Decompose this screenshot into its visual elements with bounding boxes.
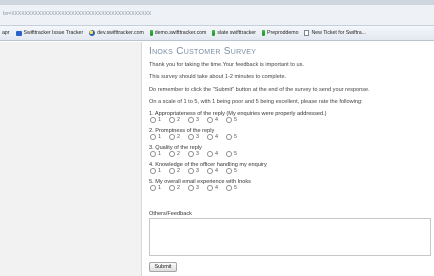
rating-option[interactable]: 1 [150,151,169,157]
rating-option[interactable]: 5 [226,134,245,140]
radio-button[interactable] [226,151,232,157]
feedback-textarea[interactable] [149,218,431,256]
rating-option[interactable]: 3 [188,168,207,174]
rating-option[interactable]: 2 [169,168,188,174]
rating-option[interactable]: 2 [169,134,188,140]
rating-option[interactable]: 5 [226,151,245,157]
radio-button[interactable] [207,151,213,157]
radio-button[interactable] [150,151,156,157]
blue-folder-icon [15,30,22,36]
bookmark-new-ticket[interactable]: New Ticket for Swiftra... [304,30,366,36]
rating-group-q3: 1 2 3 4 5 [150,151,245,157]
rating-option[interactable]: 4 [207,117,226,123]
radio-button[interactable] [226,168,232,174]
rating-option[interactable]: 5 [226,185,245,191]
rating-group-q2: 1 2 3 4 5 [150,134,245,140]
radio-button[interactable] [150,168,156,174]
intro-line: This survey should take about 1-2 minute… [149,74,287,80]
rating-group-q4: 1 2 3 4 5 [150,168,245,174]
rating-option[interactable]: 5 [226,168,245,174]
radio-button[interactable] [188,134,194,140]
survey-title: Inoks Customer Survey [149,46,257,57]
green-tick-icon [149,30,153,36]
bookmark-label: Preproddemo [267,30,299,36]
radio-button[interactable] [226,117,232,123]
rating-option[interactable]: 3 [188,134,207,140]
rating-group-q1: 1 2 3 4 5 [150,117,245,123]
bookmark-label: apr [2,30,10,36]
rating-option[interactable]: 3 [188,185,207,191]
radio-button[interactable] [169,151,175,157]
bookmark-label: dev.swifttracker.com [97,30,144,36]
radio-button[interactable] [207,168,213,174]
rating-option[interactable]: 1 [150,117,169,123]
rating-option[interactable]: 3 [188,117,207,123]
bookmark-swifttracker-issue-tracker[interactable]: Swifttracker Issue Tracker [15,30,84,36]
radio-button[interactable] [150,185,156,191]
rating-option[interactable]: 2 [169,117,188,123]
radio-button[interactable] [207,185,213,191]
bookmark-label: slate swifttracker [217,30,257,36]
rating-option[interactable]: 3 [188,151,207,157]
bookmarks-bar: apr Swifttracker Issue Tracker dev.swift… [0,26,434,41]
radio-button[interactable] [207,134,213,140]
bookmark-preproddemo[interactable]: Preproddemo [262,30,298,36]
url-text[interactable]: bx=XXXXXXXXXXXXXXXXXXXXXXXXXXXXXXXXXXXXX… [3,11,151,17]
rating-option[interactable]: 2 [169,151,188,157]
bookmark-dev-swifttracker[interactable]: dev.swifttracker.com [89,30,144,36]
intro-line: Thank you for taking the time.Your feedb… [149,62,304,68]
radio-button[interactable] [226,185,232,191]
green-tick-icon [212,30,216,36]
rating-option[interactable]: 4 [207,151,226,157]
intro-line: On a scale of 1 to 5, with 1 being poor … [149,99,363,105]
submit-button[interactable]: Submit [149,262,177,272]
bookmark-label: demo.swifttracker.com [154,30,207,36]
radio-button[interactable] [188,168,194,174]
radio-button[interactable] [169,168,175,174]
radio-button[interactable] [188,185,194,191]
radio-button[interactable] [207,117,213,123]
rating-group-q5: 1 2 3 4 5 [150,185,245,191]
rating-option[interactable]: 5 [226,117,245,123]
bookmark-slate-swifttracker[interactable]: slate swifttracker [212,30,256,36]
rating-option[interactable]: 1 [150,168,169,174]
radio-button[interactable] [150,134,156,140]
radio-button[interactable] [226,134,232,140]
radio-button[interactable] [188,117,194,123]
rating-option[interactable]: 1 [150,185,169,191]
radio-button[interactable] [188,151,194,157]
feedback-label: Others/Feedback [149,211,192,217]
intro-line: Do remember to click the "Submit" button… [149,87,370,93]
bookmark-demo-swifttracker[interactable]: demo.swifttracker.com [149,30,207,36]
radio-button[interactable] [150,117,156,123]
rating-option[interactable]: 2 [169,185,188,191]
radio-button[interactable] [169,134,175,140]
bookmark-apr[interactable]: apr [2,30,10,36]
rating-option[interactable]: 4 [207,134,226,140]
bookmark-label: New Ticket for Swiftra... [311,30,366,36]
radio-button[interactable] [169,117,175,123]
rating-option[interactable]: 4 [207,168,226,174]
swift-logo-icon [89,30,96,36]
rating-option[interactable]: 1 [150,134,169,140]
page-icon [304,30,310,36]
rating-option[interactable]: 4 [207,185,226,191]
green-tick-icon [262,30,266,36]
address-bar[interactable]: bx=XXXXXXXXXXXXXXXXXXXXXXXXXXXXXXXXXXXXX… [0,5,434,26]
radio-button[interactable] [169,185,175,191]
bookmark-label: Swifttracker Issue Tracker [23,30,84,36]
